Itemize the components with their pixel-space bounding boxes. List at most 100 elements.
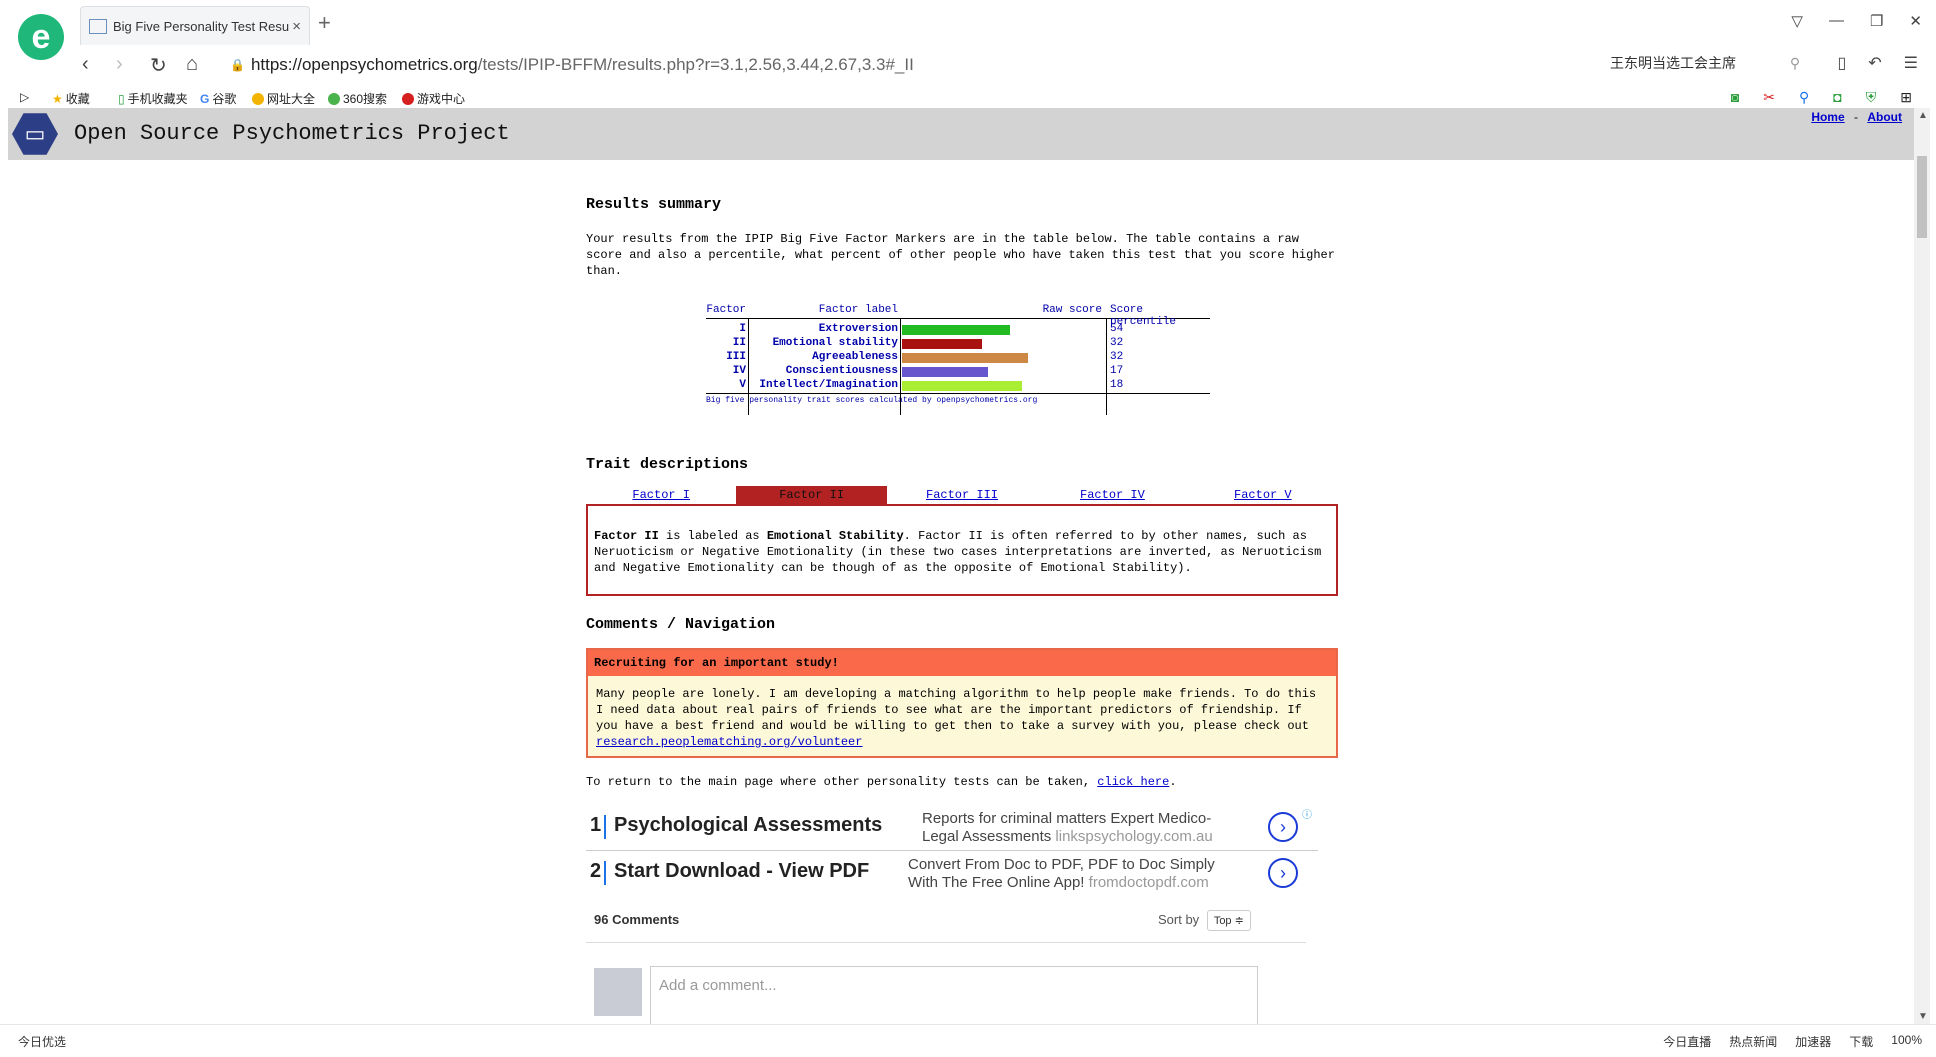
ad-title[interactable]: Psychological Assessments (614, 814, 882, 837)
tab-factor-4[interactable]: Factor IV (1037, 486, 1187, 504)
back-icon[interactable]: ‹ (82, 53, 89, 76)
avatar (594, 968, 642, 1016)
status-bar: 今日优选 今日直播 热点新闻 加速器 下载 100% (0, 1024, 1936, 1057)
menu-icon[interactable]: ☰ (1904, 53, 1918, 73)
results-header-row: Factor Factor label Raw score Score perc… (706, 304, 1210, 328)
window-controls: ▽ — ❐ ✕ (1791, 12, 1922, 30)
bookmark-directory[interactable]: 网址大全 (252, 90, 315, 107)
ad-title[interactable]: Start Download - View PDF (614, 860, 869, 883)
bookmarks-toggle-icon[interactable]: ▷ (20, 90, 29, 104)
bookmark-360search[interactable]: 360搜索 (328, 90, 387, 107)
col-raw-score: Raw score (1042, 304, 1102, 316)
undo-icon[interactable]: ↶ (1868, 53, 1881, 73)
book-logo-icon[interactable]: ▭ (12, 113, 58, 155)
extensions: ◙ ✂ ⚲ ◘ ⛨ ⊞ (1731, 89, 1912, 106)
sort-select[interactable]: Top ≑ (1206, 910, 1251, 931)
scroll-down-icon[interactable]: ▼ (1918, 1011, 1928, 1022)
zoom-icon[interactable]: ⚲ (1799, 89, 1809, 106)
shield-icon[interactable]: ⛨ (1866, 89, 1877, 106)
search-icon[interactable]: ⚲ (1790, 55, 1800, 71)
col-factor-label: Factor label (818, 304, 898, 316)
new-tab-button[interactable]: + (318, 10, 331, 36)
scroll-up-icon[interactable]: ▲ (1918, 110, 1928, 121)
result-row: I Extroversion 54 (706, 323, 1210, 337)
factor-numeral: V (739, 379, 746, 391)
chevron-right-icon[interactable]: › (1268, 812, 1298, 842)
address-bar[interactable]: 🔒 https://openpsychometrics.org/tests/IP… (230, 50, 1590, 80)
home-icon[interactable]: ⌂ (186, 53, 198, 76)
screenshot-icon[interactable]: ✂ (1763, 89, 1775, 106)
site-title: Open Source Psychometrics Project (74, 121, 510, 146)
restore-icon[interactable]: ❐ (1870, 12, 1883, 30)
comment-input[interactable]: Add a comment... (650, 966, 1258, 1026)
ad-description: Reports for criminal matters Expert Medi… (922, 810, 1213, 845)
page-icon (89, 18, 107, 34)
translate-icon[interactable]: ◙ (1731, 89, 1739, 106)
factor-percentile: 17 (1110, 365, 1124, 377)
forward-icon[interactable]: › (116, 53, 123, 76)
browser-tab[interactable]: Big Five Personality Test Resu × (80, 6, 310, 45)
tab-factor-3[interactable]: Factor III (887, 486, 1037, 504)
status-daily-picks[interactable]: 今日优选 (18, 1033, 66, 1050)
recruit-title: Recruiting for an important study! (588, 650, 1336, 676)
reload-icon[interactable]: ↻ (150, 53, 167, 78)
factor-score-bar (902, 325, 1010, 335)
comments-nav-heading: Comments / Navigation (586, 616, 776, 633)
ad-item[interactable]: 1 Psychological Assessments Reports for … (586, 806, 1318, 851)
factor-numeral: IV (732, 365, 746, 377)
360-icon (328, 92, 340, 105)
factor-percentile: 18 (1110, 379, 1124, 391)
status-accelerator[interactable]: 加速器 (1795, 1033, 1831, 1050)
lock-icon: 🔒 (230, 58, 245, 72)
status-right: 今日直播 热点新闻 加速器 下载 100% (1663, 1033, 1922, 1050)
phone-icon: ▯ (118, 91, 125, 106)
result-row: III Agreeableness 32 (706, 351, 1210, 365)
tab-factor-2[interactable]: Factor II (736, 486, 887, 504)
ad-item[interactable]: 2 Start Download - View PDF Convert From… (586, 852, 1318, 896)
tab-factor-5[interactable]: Factor V (1188, 486, 1338, 504)
bookmark-mobile[interactable]: ▯ 手机收藏夹 (118, 90, 188, 107)
bookmark-favorites[interactable]: ★ 收藏 (52, 90, 90, 107)
tab-factor-1[interactable]: Factor I (586, 486, 736, 504)
status-news[interactable]: 热点新闻 (1729, 1033, 1777, 1050)
click-here-link[interactable]: click here (1097, 775, 1169, 789)
grid-icon[interactable]: ⊞ (1900, 89, 1912, 106)
info-icon[interactable]: ⓘ (1302, 806, 1312, 821)
main-content: Results summary Your results from the IP… (586, 196, 1338, 1026)
col-factor: Factor (706, 304, 746, 316)
tab-close-icon[interactable]: × (292, 18, 301, 35)
factor-percentile: 54 (1110, 323, 1124, 335)
scrollbar[interactable]: ▲ ▼ (1914, 108, 1930, 1024)
chevron-right-icon[interactable]: › (1268, 858, 1298, 888)
skin-icon[interactable]: ▽ (1791, 12, 1803, 30)
status-zoom[interactable]: 100% (1891, 1033, 1922, 1050)
comments-count: 96 Comments (594, 912, 680, 927)
bookmark-google[interactable]: G 谷歌 (200, 90, 236, 107)
about-link[interactable]: About (1867, 110, 1902, 124)
game-icon[interactable]: ◘ (1833, 89, 1841, 106)
factor-numeral: III (726, 351, 746, 363)
factor-percentile: 32 (1110, 337, 1124, 349)
status-download[interactable]: 下载 (1849, 1033, 1873, 1050)
tab-title: Big Five Personality Test Resu (113, 18, 290, 34)
factor-label: Intellect/Imagination (759, 379, 898, 391)
results-footer: Big five personality trait scores calcul… (706, 393, 1210, 405)
factor-label: Agreeableness (812, 351, 898, 363)
bookmark-games[interactable]: 游戏中心 (402, 90, 465, 107)
traits-heading: Trait descriptions (586, 456, 749, 473)
recruit-link[interactable]: research.peoplematching.org/volunteer (596, 735, 862, 749)
directory-icon (252, 92, 264, 105)
search-box[interactable]: 王东明当选工会主席 ⚲ (1610, 53, 1810, 73)
scroll-thumb[interactable] (1917, 156, 1927, 238)
sidebar-icon[interactable]: ▯ (1837, 53, 1846, 73)
close-window-icon[interactable]: ✕ (1909, 12, 1922, 30)
status-live[interactable]: 今日直播 (1663, 1033, 1711, 1050)
games-icon (402, 92, 414, 105)
minimize-icon[interactable]: — (1829, 12, 1844, 30)
return-text: To return to the main page where other p… (586, 775, 1177, 789)
site-header: ▭ Open Source Psychometrics Project Home… (8, 108, 1914, 160)
factor-numeral: I (739, 323, 746, 335)
home-link[interactable]: Home (1811, 110, 1844, 124)
browser-logo-icon[interactable]: e (18, 14, 64, 60)
factor-score-bar (902, 353, 1028, 363)
